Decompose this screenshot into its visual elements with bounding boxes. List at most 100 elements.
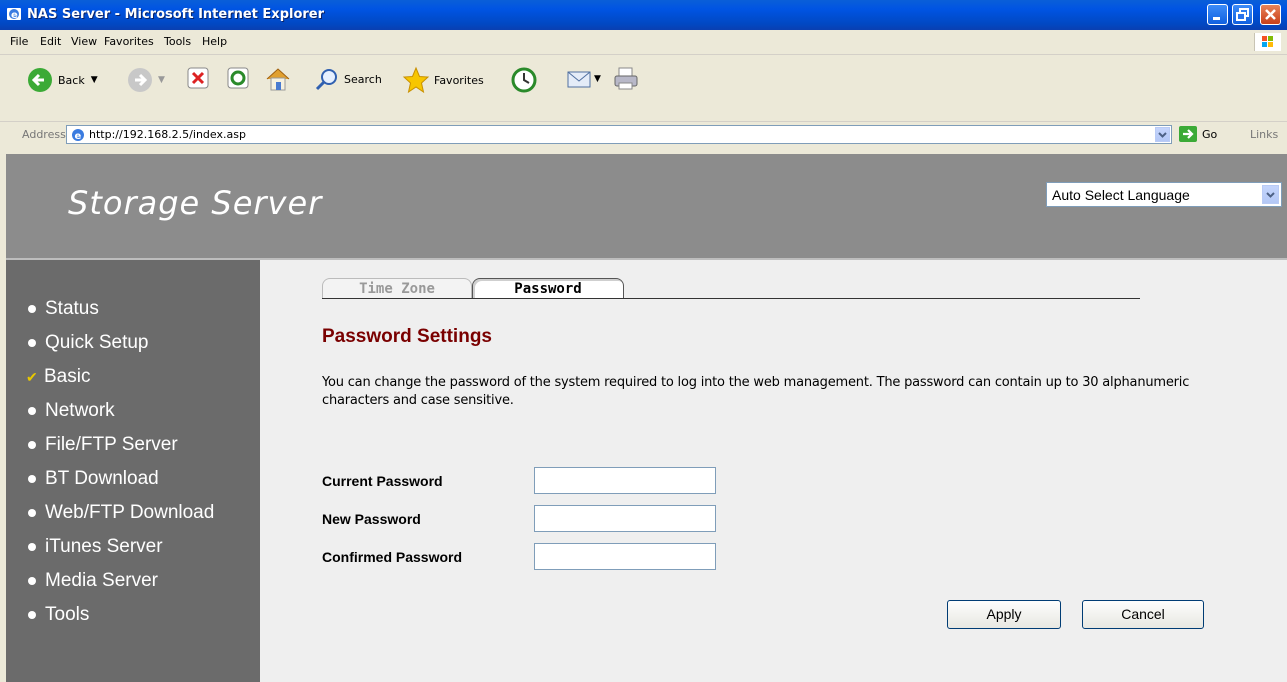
new-password-input[interactable] bbox=[534, 505, 716, 532]
bullet-icon bbox=[28, 305, 36, 313]
checkmark-icon: ✔ bbox=[26, 368, 38, 385]
main-content: Time Zone Password Password Settings You… bbox=[260, 260, 1287, 682]
refresh-icon bbox=[227, 67, 249, 89]
menu-file[interactable]: File bbox=[10, 35, 28, 48]
back-icon bbox=[28, 68, 52, 92]
language-select-value: Auto Select Language bbox=[1052, 187, 1190, 203]
sidebar-item-status[interactable]: Status bbox=[28, 298, 99, 320]
address-bar: Address e http://192.168.2.5/index.asp G… bbox=[0, 122, 1287, 148]
chevron-down-icon bbox=[1158, 132, 1167, 138]
mail-button[interactable]: ▼ bbox=[566, 66, 601, 92]
apply-button[interactable]: Apply bbox=[947, 600, 1061, 629]
bullet-icon bbox=[28, 509, 36, 517]
toolbar: Back ▼ ▼ Search Favorites ▼ bbox=[0, 55, 1287, 122]
bullet-icon bbox=[28, 577, 36, 585]
bullet-icon bbox=[28, 543, 36, 551]
page-header: Storage Server Auto Select Language bbox=[6, 154, 1287, 260]
bullet-icon bbox=[28, 339, 36, 347]
tab-password[interactable]: Password bbox=[472, 278, 624, 298]
current-password-label: Current Password bbox=[322, 473, 443, 489]
menu-favorites[interactable]: Favorites bbox=[104, 35, 154, 48]
links-button[interactable]: Links bbox=[1250, 128, 1278, 141]
menu-edit[interactable]: Edit bbox=[40, 35, 61, 48]
sidebar-item-label: Network bbox=[45, 400, 115, 421]
confirmed-password-input[interactable] bbox=[534, 543, 716, 570]
mail-icon bbox=[567, 71, 591, 88]
forward-button[interactable]: ▼ bbox=[126, 66, 165, 94]
search-button[interactable]: Search bbox=[314, 66, 382, 92]
bullet-icon bbox=[28, 441, 36, 449]
sidebar-item-quick-setup[interactable]: Quick Setup bbox=[28, 332, 149, 354]
sidebar-item-tools[interactable]: Tools bbox=[28, 604, 89, 626]
sidebar-item-label: Status bbox=[45, 298, 99, 319]
ie-icon: e bbox=[7, 8, 21, 21]
sidebar-item-label: Quick Setup bbox=[45, 332, 149, 353]
title-bar: e NAS Server - Microsoft Internet Explor… bbox=[0, 0, 1287, 30]
home-button[interactable] bbox=[264, 66, 292, 92]
go-button[interactable]: Go bbox=[1178, 125, 1217, 143]
menu-bar: File Edit View Favorites Tools Help bbox=[0, 30, 1287, 55]
page-title: Password Settings bbox=[322, 326, 492, 347]
back-button[interactable]: Back ▼ bbox=[26, 66, 98, 94]
forward-icon bbox=[128, 68, 152, 92]
favorites-label: Favorites bbox=[434, 73, 484, 87]
address-dropdown-button[interactable] bbox=[1155, 127, 1170, 142]
bullet-icon bbox=[28, 611, 36, 619]
menu-help[interactable]: Help bbox=[202, 35, 227, 48]
window-title: NAS Server - Microsoft Internet Explorer bbox=[27, 7, 325, 22]
go-icon bbox=[1179, 126, 1197, 142]
sidebar-item-media-server[interactable]: Media Server bbox=[28, 570, 158, 592]
svg-text:e: e bbox=[75, 131, 82, 142]
sidebar-item-label: iTunes Server bbox=[45, 536, 163, 557]
sidebar-item-network[interactable]: Network bbox=[28, 400, 115, 422]
address-input[interactable]: e http://192.168.2.5/index.asp bbox=[66, 125, 1172, 144]
cancel-button[interactable]: Cancel bbox=[1082, 600, 1204, 629]
bullet-icon bbox=[28, 475, 36, 483]
back-label: Back bbox=[58, 73, 85, 87]
close-button[interactable] bbox=[1260, 4, 1281, 25]
svg-text:e: e bbox=[11, 10, 18, 21]
tab-time-zone[interactable]: Time Zone bbox=[322, 278, 472, 298]
language-select-dropdown[interactable] bbox=[1262, 185, 1279, 204]
sidebar-item-label: Tools bbox=[45, 604, 90, 625]
menu-tools[interactable]: Tools bbox=[164, 35, 191, 48]
sidebar-item-label: Web/FTP Download bbox=[45, 502, 215, 523]
windows-flag-icon bbox=[1254, 33, 1281, 51]
sidebar-item-label: File/FTP Server bbox=[45, 434, 178, 455]
sidebar-item-basic[interactable]: ✔ Basic bbox=[26, 366, 91, 388]
sidebar-item-file-ftp-server[interactable]: File/FTP Server bbox=[28, 434, 178, 456]
language-select[interactable]: Auto Select Language bbox=[1046, 182, 1282, 207]
stop-button[interactable] bbox=[186, 66, 210, 90]
sidebar-item-itunes-server[interactable]: iTunes Server bbox=[28, 536, 163, 558]
tab-bar: Time Zone Password bbox=[322, 274, 1140, 299]
address-url: http://192.168.2.5/index.asp bbox=[89, 128, 246, 141]
chevron-down-icon bbox=[1266, 192, 1275, 198]
sidebar-item-label: BT Download bbox=[45, 468, 159, 489]
history-icon bbox=[511, 67, 537, 93]
menu-view[interactable]: View bbox=[71, 35, 97, 48]
favorites-icon bbox=[402, 66, 430, 94]
search-label: Search bbox=[344, 72, 382, 86]
sidebar-item-label: Basic bbox=[44, 366, 91, 387]
brand-title: Storage Server bbox=[68, 184, 323, 222]
print-icon bbox=[614, 67, 638, 90]
current-password-input[interactable] bbox=[534, 467, 716, 494]
sidebar-item-bt-download[interactable]: BT Download bbox=[28, 468, 159, 490]
confirmed-password-label: Confirmed Password bbox=[322, 549, 463, 565]
new-password-label: New Password bbox=[322, 511, 421, 527]
maximize-button[interactable] bbox=[1232, 4, 1253, 25]
history-button[interactable] bbox=[510, 66, 538, 94]
refresh-button[interactable] bbox=[226, 66, 250, 90]
address-label: Address bbox=[22, 128, 66, 141]
sidebar-item-label: Media Server bbox=[45, 570, 158, 591]
web-page: Storage Server Auto Select Language Stat… bbox=[6, 148, 1287, 682]
bullet-icon bbox=[28, 407, 36, 415]
sidebar-nav: Status Quick Setup ✔ Basic Network File/F… bbox=[6, 260, 260, 682]
sidebar-item-web-ftp-download[interactable]: Web/FTP Download bbox=[28, 502, 214, 524]
favorites-button[interactable]: Favorites bbox=[402, 66, 484, 94]
search-icon bbox=[315, 69, 337, 91]
minimize-button[interactable] bbox=[1207, 4, 1228, 25]
page-description: You can change the password of the syste… bbox=[322, 375, 1190, 408]
print-button[interactable] bbox=[612, 66, 640, 92]
stop-icon bbox=[187, 67, 209, 89]
